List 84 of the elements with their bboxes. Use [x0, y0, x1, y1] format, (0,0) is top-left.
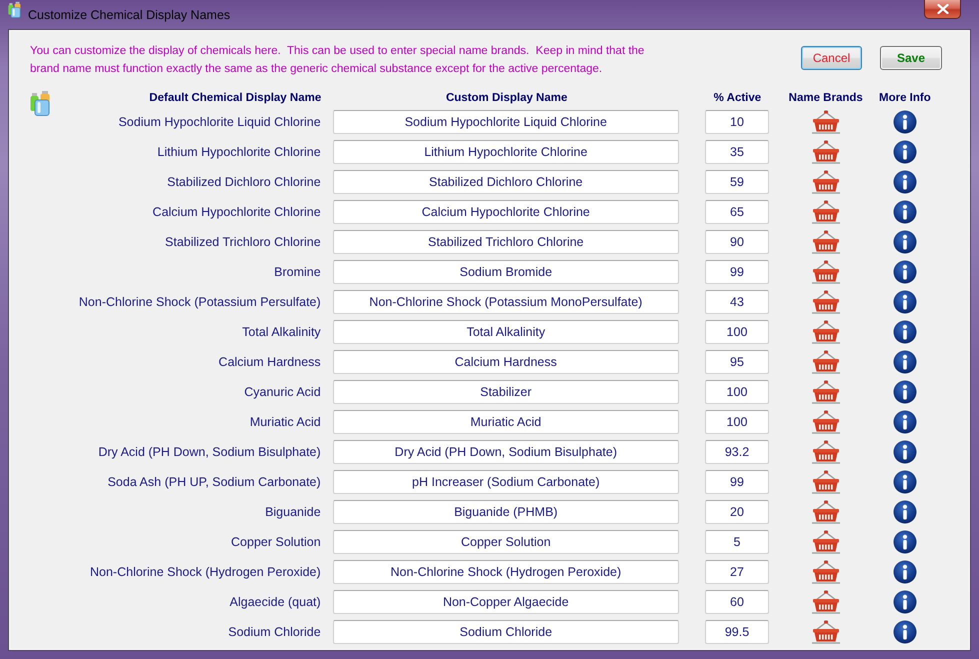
active-percent-field[interactable]: 100: [704, 320, 769, 344]
column-header: Default Chemical Display Name: [149, 92, 322, 104]
active-percent-field[interactable]: 65: [704, 200, 769, 224]
column-header: % Active: [714, 92, 762, 104]
default-name-text: Stabilized Trichloro Chlorine: [165, 235, 321, 249]
custom-name-field[interactable]: Stabilized Trichloro Chlorine: [332, 230, 679, 254]
active-percent-field[interactable]: 99: [704, 470, 769, 494]
info-icon[interactable]: [892, 500, 917, 524]
bottles-icon: [30, 90, 52, 116]
custom-name-field[interactable]: Calcium Hypochlorite Chlorine: [332, 200, 679, 224]
active-percent-field[interactable]: 43: [704, 290, 769, 314]
default-name-text: Non-Chlorine Shock (Hydrogen Peroxide): [90, 565, 321, 579]
info-icon[interactable]: [892, 290, 917, 314]
info-icon[interactable]: [892, 620, 917, 644]
column-header: Name Brands: [788, 92, 863, 104]
custom-name-field[interactable]: Stabilized Dichloro Chlorine: [332, 170, 679, 194]
custom-name-field[interactable]: Lithium Hypochlorite Chlorine: [332, 140, 679, 164]
info-icon[interactable]: [892, 140, 917, 164]
active-percent-field[interactable]: 20: [704, 500, 769, 524]
default-name-text: Calcium Hypochlorite Chlorine: [152, 205, 321, 219]
custom-name-field[interactable]: Biguanide (PHMB): [332, 500, 679, 524]
custom-name-field[interactable]: Dry Acid (PH Down, Sodium Bisulphate): [332, 440, 679, 464]
close-icon: [936, 4, 948, 14]
default-name-text: Calcium Hardness: [218, 355, 321, 369]
default-name-text: Muriatic Acid: [250, 415, 321, 429]
close-button[interactable]: [924, 0, 961, 19]
info-icon[interactable]: [892, 470, 917, 494]
default-name-text: Sodium Hypochlorite Liquid Chlorine: [118, 115, 321, 129]
default-name-text: Lithium Hypochlorite Chlorine: [157, 145, 321, 159]
info-icon[interactable]: [892, 380, 917, 404]
custom-name-field[interactable]: Copper Solution: [332, 530, 679, 554]
active-percent-field[interactable]: 5: [704, 530, 769, 554]
custom-name-field[interactable]: Total Alkalinity: [332, 320, 679, 344]
info-icon[interactable]: [892, 170, 917, 194]
custom-name-field[interactable]: Non-Chlorine Shock (Potassium MonoPersulfate): [332, 290, 679, 314]
default-name-text: Sodium Chloride: [228, 625, 321, 639]
active-percent-field[interactable]: 99: [704, 260, 769, 284]
active-percent-field[interactable]: 100: [704, 380, 769, 404]
info-icon[interactable]: [892, 230, 917, 254]
active-percent-field[interactable]: 60: [704, 590, 769, 614]
default-name-text: Bromine: [274, 265, 321, 279]
default-name-text: Soda Ash (PH UP, Sodium Carbonate): [108, 475, 321, 489]
info-icon[interactable]: [892, 110, 917, 134]
window-title: Customize Chemical Display Names: [28, 8, 230, 22]
default-name-text: Dry Acid (PH Down, Sodium Bisulphate): [98, 445, 321, 459]
info-icon[interactable]: [892, 200, 917, 224]
custom-name-field[interactable]: Stabilizer: [332, 380, 679, 404]
custom-name-field[interactable]: Non-Chlorine Shock (Hydrogen Peroxide): [332, 560, 679, 584]
save-button[interactable]: Save: [880, 46, 942, 70]
default-name-text: Stabilized Dichloro Chlorine: [167, 175, 321, 189]
default-name-text: Copper Solution: [231, 535, 321, 549]
info-icon[interactable]: [892, 260, 917, 284]
default-name-text: Algaecide (quat): [230, 595, 321, 609]
column-header: More Info: [878, 92, 931, 104]
active-percent-field[interactable]: 59: [704, 170, 769, 194]
active-percent-field[interactable]: 99.5: [704, 620, 769, 644]
active-percent-field[interactable]: 90: [704, 230, 769, 254]
active-percent-field[interactable]: 10: [704, 110, 769, 134]
info-icon[interactable]: [892, 350, 917, 374]
info-icon[interactable]: [892, 410, 917, 434]
active-percent-field[interactable]: 93.2: [704, 440, 769, 464]
default-name-text: Total Alkalinity: [242, 325, 321, 339]
column-header: Custom Display Name: [446, 92, 568, 104]
active-percent-field[interactable]: 95: [704, 350, 769, 374]
info-icon[interactable]: [892, 560, 917, 584]
custom-name-field[interactable]: Muriatic Acid: [332, 410, 679, 434]
custom-name-field[interactable]: Sodium Hypochlorite Liquid Chlorine: [332, 110, 679, 134]
info-icon[interactable]: [892, 590, 917, 614]
custom-name-field[interactable]: Non-Copper Algaecide: [332, 590, 679, 614]
default-name-text: Non-Chlorine Shock (Potassium Persulfate): [78, 295, 321, 309]
custom-name-field[interactable]: Calcium Hardness: [332, 350, 679, 374]
default-name-text: Cyanuric Acid: [244, 385, 321, 399]
info-icon[interactable]: [892, 320, 917, 344]
custom-name-field[interactable]: Sodium Bromide: [332, 260, 679, 284]
bottles-icon: [8, 1, 22, 18]
instructions-text: You can customize the display of chemicals here. This can be used to enter special name brands. Keep in mind that the brand name must function exactly the same as the generic chemical substance except for the active percentage.: [30, 44, 644, 77]
active-percent-field[interactable]: 27: [704, 560, 769, 584]
default-name-text: Biguanide: [265, 505, 321, 519]
active-percent-field[interactable]: 35: [704, 140, 769, 164]
info-icon[interactable]: [892, 440, 917, 464]
active-percent-field[interactable]: 100: [704, 410, 769, 434]
custom-name-field[interactable]: pH Increaser (Sodium Carbonate): [332, 470, 679, 494]
custom-name-field[interactable]: Sodium Chloride: [332, 620, 679, 644]
info-icon[interactable]: [892, 530, 917, 554]
